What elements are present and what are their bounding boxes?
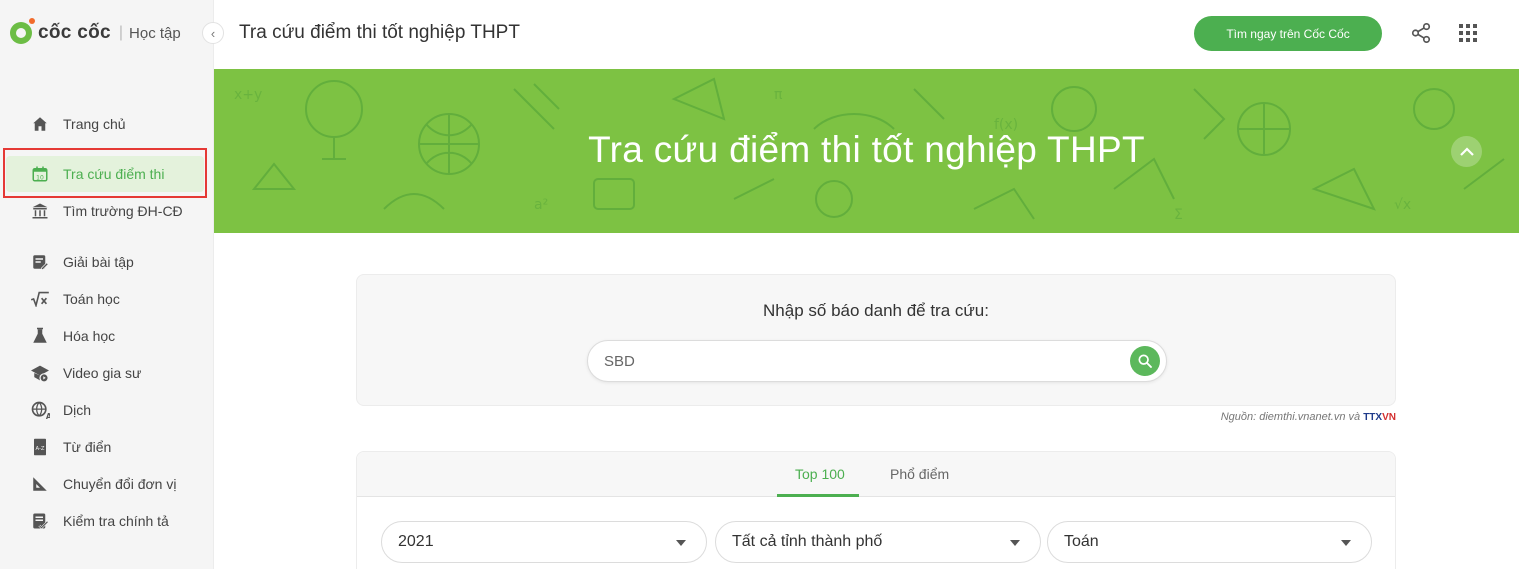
sidebar-item-dich[interactable]: A Dịch	[0, 392, 214, 428]
graduation-cap-icon	[30, 363, 50, 383]
calendar-icon-number: 10	[36, 174, 44, 181]
edit-note-icon	[30, 252, 50, 272]
coccoc-logo-icon	[10, 18, 35, 44]
svg-text:A: A	[46, 412, 50, 420]
caret-down-icon	[676, 540, 686, 546]
apps-grid-icon[interactable]	[1459, 24, 1477, 42]
sidebar-item-label: Tìm trường ĐH-CĐ	[63, 203, 183, 219]
subject-select-value: Toán	[1064, 533, 1099, 550]
tab-pho-diem[interactable]: Phổ điểm	[890, 466, 949, 482]
sidebar-item-video-gia-su[interactable]: Video gia sư	[0, 355, 214, 391]
year-select[interactable]: 2021	[381, 521, 707, 563]
translate-icon: A	[30, 400, 50, 420]
year-select-value: 2021	[398, 533, 434, 550]
sidebar-item-giai-bai-tap[interactable]: Giải bài tập	[0, 244, 214, 280]
sidebar-item-toan-hoc[interactable]: Toán học	[0, 281, 214, 317]
search-on-coccoc-button[interactable]: Tìm ngay trên Cốc Cốc	[1194, 16, 1382, 51]
sidebar-item-label: Tra cứu điểm thi	[63, 166, 165, 182]
share-button[interactable]	[1410, 22, 1432, 44]
svg-text:x+y: x+y	[234, 87, 262, 103]
sidebar-item-trang-chu[interactable]: Trang chủ	[0, 106, 214, 142]
ruler-icon	[30, 474, 50, 494]
sidebar-item-label: Trang chủ	[63, 116, 126, 132]
home-icon	[30, 114, 50, 134]
chevron-up-icon	[1459, 146, 1474, 156]
banner-collapse-button[interactable]	[1451, 136, 1482, 167]
province-select-value: Tất cả tỉnh thành phố	[732, 533, 883, 550]
sidebar-item-label: Hóa học	[63, 328, 116, 344]
sidebar-item-tim-truong[interactable]: Tìm trường ĐH-CĐ	[0, 193, 214, 229]
school-icon	[30, 201, 50, 221]
svg-text:π: π	[774, 87, 783, 103]
sidebar-item-hoa-hoc[interactable]: Hóa học	[0, 318, 214, 354]
logo-separator: |	[118, 24, 124, 41]
sidebar-collapse-button[interactable]: ‹	[202, 22, 224, 44]
chevron-left-icon: ‹	[210, 25, 216, 41]
sqrt-x-icon	[30, 289, 50, 309]
caret-down-icon	[1010, 540, 1020, 546]
search-box	[587, 340, 1167, 382]
active-tab-indicator	[777, 494, 859, 497]
ttxvn-logo-suffix: VN	[1382, 412, 1396, 423]
search-label: Nhập số báo danh để tra cứu:	[763, 301, 989, 320]
subject-select[interactable]: Toán	[1047, 521, 1372, 563]
caret-down-icon	[1341, 540, 1351, 546]
dictionary-icon: A-Z	[30, 437, 50, 457]
search-icon	[1138, 354, 1152, 368]
results-card: Top 100 Phổ điểm 2021 Tất cả tỉnh thành …	[356, 451, 1396, 569]
ttxvn-logo-text: TTX	[1363, 412, 1383, 423]
spellcheck-icon	[30, 511, 50, 531]
sidebar-item-chuyen-doi-don-vi[interactable]: Chuyển đổi đơn vị	[0, 466, 214, 502]
sidebar-item-kiem-tra-chinh-ta[interactable]: Kiểm tra chính tả	[0, 503, 214, 539]
logo[interactable]: cốc cốc | Học tập	[10, 18, 181, 46]
ttxvn-logo[interactable]: TTXVN	[1363, 412, 1396, 423]
sidebar-item-label: Toán học	[63, 291, 120, 307]
province-select[interactable]: Tất cả tỉnh thành phố	[715, 521, 1041, 563]
header: Tra cứu điểm thi tốt nghiệp THPT Tìm nga…	[214, 0, 1519, 69]
svg-text:√x: √x	[1394, 197, 1411, 213]
svg-text:a²: a²	[534, 197, 548, 213]
sidebar-item-label: Dịch	[63, 402, 92, 418]
search-card: Nhập số báo danh để tra cứu:	[356, 274, 1396, 406]
tab-top-100[interactable]: Top 100	[795, 466, 845, 482]
logo-subtitle: Học tập	[129, 24, 181, 42]
sidebar: cốc cốc | Học tập Trang chủ 10 Tra cứu đ…	[0, 0, 214, 569]
calendar-icon: 10	[30, 164, 50, 184]
source-text: Nguồn: diemthi.vnanet.vn và	[1220, 411, 1361, 423]
flask-icon	[30, 326, 50, 346]
sidebar-item-tra-cuu-diem-thi[interactable]: 10 Tra cứu điểm thi	[6, 156, 204, 192]
sidebar-item-label: Kiểm tra chính tả	[63, 513, 169, 529]
sidebar-item-label: Chuyển đổi đơn vị	[63, 476, 177, 492]
sidebar-item-label: Video gia sư	[63, 365, 142, 381]
svg-text:A-Z: A-Z	[36, 446, 45, 452]
sbd-search-input[interactable]	[604, 341, 1104, 381]
search-button[interactable]	[1130, 346, 1160, 376]
banner-title: Tra cứu điểm thi tốt nghiệp THPT	[588, 129, 1145, 170]
source-attribution: Nguồn: diemthi.vnanet.vn và TTXVN	[1150, 411, 1396, 423]
page-title: Tra cứu điểm thi tốt nghiệp THPT	[239, 22, 520, 43]
share-icon	[1411, 23, 1431, 43]
sidebar-item-label: Giải bài tập	[63, 254, 134, 270]
svg-text:Σ: Σ	[1174, 207, 1183, 223]
logo-text: cốc cốc	[38, 22, 111, 43]
sidebar-item-tu-dien[interactable]: A-Z Từ điển	[0, 429, 214, 465]
hero-banner: x+y a² π Σ √x f(x) Tra cứu điểm thi tốt nghi…	[214, 69, 1519, 233]
sidebar-item-label: Từ điển	[63, 439, 112, 455]
results-tabs: Top 100 Phổ điểm	[357, 452, 1395, 497]
